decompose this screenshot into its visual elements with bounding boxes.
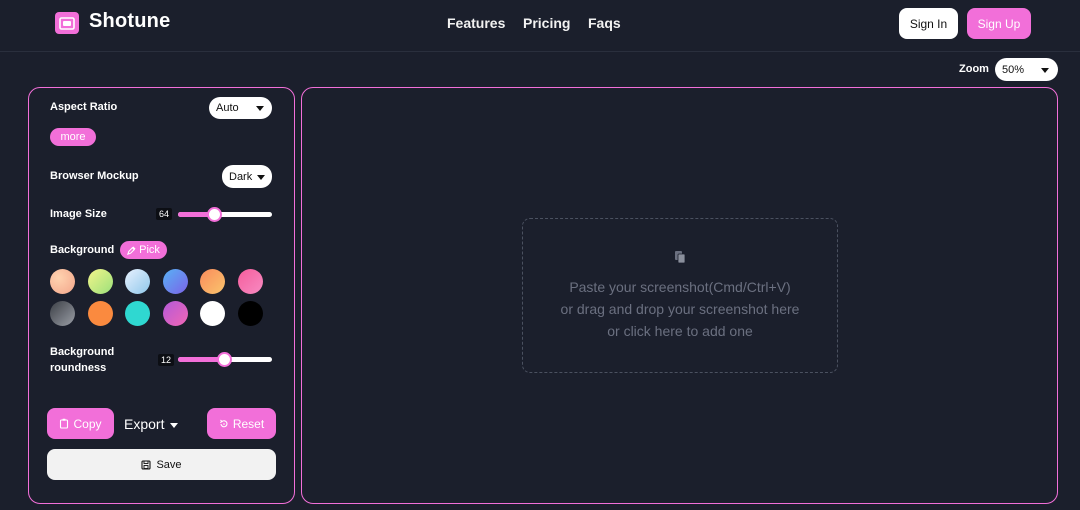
- browser-mockup-label: Browser Mockup: [50, 170, 139, 182]
- swatch-purple-pink[interactable]: [163, 301, 188, 326]
- swatch-orange[interactable]: [88, 301, 113, 326]
- copy-icon: [60, 418, 69, 429]
- chevron-down-icon: [257, 175, 265, 180]
- swatch-white[interactable]: [200, 301, 225, 326]
- background-roundness-label-1: Background: [50, 346, 115, 358]
- export-label: Export: [124, 416, 165, 432]
- dropzone-line-2: or drag and drop your screenshot here: [560, 300, 800, 317]
- copy-button[interactable]: Copy: [47, 408, 114, 439]
- clipboard-icon: [674, 250, 685, 263]
- swatch-blue-violet[interactable]: [163, 269, 188, 294]
- copy-label: Copy: [73, 416, 102, 431]
- image-size-slider[interactable]: [178, 207, 272, 222]
- swatch-orange-gradient[interactable]: [200, 269, 225, 294]
- sign-up-button[interactable]: Sign Up: [967, 8, 1031, 39]
- aspect-ratio-value: Auto: [216, 102, 239, 114]
- pick-color-button[interactable]: Pick: [120, 241, 167, 259]
- save-icon: [141, 459, 152, 470]
- image-frame-icon[interactable]: [55, 12, 79, 34]
- swatch-sky[interactable]: [125, 269, 150, 294]
- reset-icon: [219, 419, 228, 427]
- slider-thumb[interactable]: [207, 207, 222, 222]
- swatch-peach[interactable]: [50, 269, 75, 294]
- nav-faqs[interactable]: Faqs: [588, 15, 621, 31]
- roundness-value: 12: [158, 354, 175, 366]
- swatch-gray[interactable]: [50, 301, 75, 326]
- nav-features[interactable]: Features: [447, 15, 505, 31]
- swatch-pink[interactable]: [238, 269, 263, 294]
- chevron-down-icon: [1041, 68, 1049, 73]
- sign-in-button[interactable]: Sign In: [899, 8, 958, 39]
- roundness-slider[interactable]: [178, 352, 272, 367]
- export-dropdown[interactable]: Export: [124, 409, 189, 439]
- browser-mockup-select[interactable]: Dark: [222, 165, 272, 188]
- background-label: Background: [50, 244, 115, 256]
- aspect-ratio-select[interactable]: Auto: [209, 97, 272, 119]
- top-nav-bar: Shotune Features Pricing Faqs Sign In Si…: [0, 0, 1080, 52]
- brand-name[interactable]: Shotune: [89, 10, 170, 33]
- eyedropper-icon: [127, 245, 136, 255]
- aspect-ratio-label: Aspect Ratio: [50, 101, 118, 113]
- reset-button[interactable]: Reset: [207, 408, 276, 439]
- dropzone-line-3: or click here to add one: [607, 322, 753, 339]
- swatch-teal[interactable]: [125, 301, 150, 326]
- swatch-lime[interactable]: [88, 269, 113, 294]
- reset-label: Reset: [232, 416, 265, 431]
- chevron-down-icon: [170, 422, 179, 428]
- browser-mockup-value: Dark: [229, 170, 253, 183]
- background-roundness-label-2: roundness: [50, 362, 107, 374]
- dropzone-line-1: Paste your screenshot(Cmd/Ctrl+V): [569, 278, 791, 295]
- save-button[interactable]: Save: [47, 449, 276, 480]
- zoom-select[interactable]: 50%: [995, 58, 1058, 81]
- chevron-down-icon: [256, 106, 264, 111]
- save-label: Save: [156, 458, 182, 471]
- image-size-value: 64: [156, 208, 173, 220]
- screenshot-dropzone[interactable]: Paste your screenshot(Cmd/Ctrl+V) or dra…: [522, 218, 838, 373]
- zoom-label: Zoom: [959, 63, 989, 75]
- more-aspect-ratios-button[interactable]: more: [50, 128, 96, 146]
- settings-panel: [28, 87, 295, 504]
- pick-label: Pick: [139, 244, 160, 256]
- slider-thumb[interactable]: [217, 352, 232, 367]
- zoom-value: 50%: [1002, 63, 1025, 76]
- nav-pricing[interactable]: Pricing: [523, 15, 570, 31]
- image-size-label: Image Size: [50, 208, 107, 220]
- swatch-black[interactable]: [238, 301, 263, 326]
